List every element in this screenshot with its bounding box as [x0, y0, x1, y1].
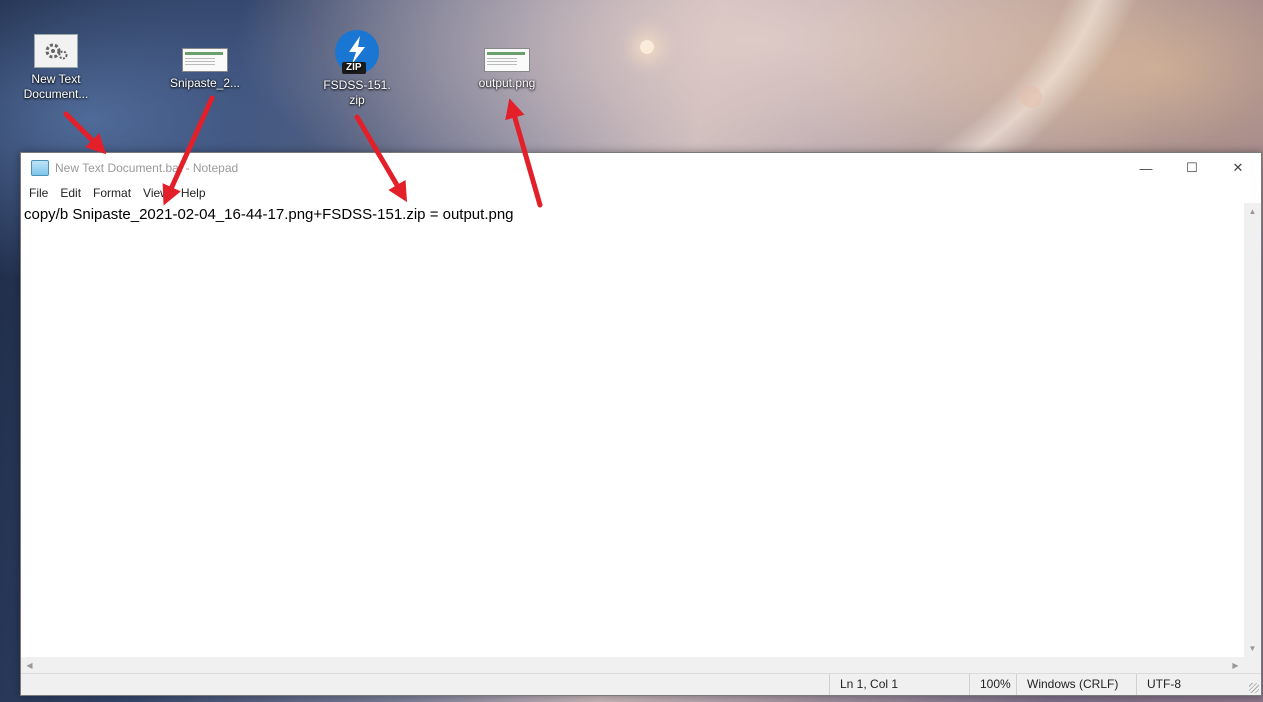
- desktop-icon-label: Snipaste_2...: [169, 76, 241, 90]
- zip-badge: ZIP: [342, 62, 366, 74]
- status-encoding: UTF-8: [1136, 674, 1181, 695]
- desktop-icon-label: FSDSS-151.zip: [323, 78, 391, 107]
- editor-content[interactable]: copy/b Snipaste_2021-02-04_16-44-17.png+…: [24, 206, 514, 223]
- image-file-icon: [484, 48, 530, 72]
- settings-file-icon: [34, 34, 78, 68]
- window-title: New Text Document.bat - Notepad: [55, 161, 239, 175]
- window-controls: — ☐ ✕: [1123, 153, 1261, 183]
- close-button[interactable]: ✕: [1215, 153, 1261, 183]
- status-position: Ln 1, Col 1: [829, 674, 898, 695]
- maximize-button[interactable]: ☐: [1169, 153, 1215, 183]
- wallpaper-star: [640, 40, 654, 54]
- menu-format[interactable]: Format: [87, 186, 137, 200]
- notepad-window: New Text Document.bat - Notepad — ☐ ✕ Fi…: [20, 152, 1262, 696]
- desktop-icon-bat[interactable]: New Text Document...: [16, 34, 96, 102]
- zip-file-icon: ZIP: [335, 30, 379, 74]
- desktop-icon-snipaste[interactable]: Snipaste_2...: [165, 34, 245, 91]
- menu-bar: File Edit Format View Help: [21, 183, 1261, 203]
- status-zoom: 100%: [969, 674, 1011, 695]
- scroll-down-icon[interactable]: ▼: [1244, 640, 1261, 657]
- menu-edit[interactable]: Edit: [54, 186, 87, 200]
- image-file-icon: [182, 48, 228, 72]
- scroll-left-icon[interactable]: ◀: [21, 657, 38, 674]
- status-line-ending: Windows (CRLF): [1016, 674, 1118, 695]
- horizontal-scrollbar[interactable]: ◀ ▶: [21, 657, 1244, 674]
- resize-grip-icon[interactable]: [1249, 683, 1259, 693]
- menu-file[interactable]: File: [23, 186, 54, 200]
- title-bar[interactable]: New Text Document.bat - Notepad — ☐ ✕: [21, 153, 1261, 183]
- desktop-icon-label: output.png: [478, 76, 536, 90]
- scrollbar-corner: [1244, 657, 1261, 674]
- menu-view[interactable]: View: [137, 186, 175, 200]
- desktop-icon-zip[interactable]: ZIP FSDSS-151.zip: [317, 30, 397, 108]
- arrow-to-title: [63, 111, 107, 155]
- notepad-icon: [31, 160, 49, 176]
- desktop-icon-output[interactable]: output.png: [467, 34, 547, 91]
- status-bar: Ln 1, Col 1 100% Windows (CRLF) UTF-8: [21, 673, 1261, 695]
- menu-help[interactable]: Help: [175, 186, 212, 200]
- desktop-icon-label: New Text Document...: [23, 72, 89, 101]
- scroll-right-icon[interactable]: ▶: [1227, 657, 1244, 674]
- text-editor[interactable]: copy/b Snipaste_2021-02-04_16-44-17.png+…: [21, 203, 1244, 657]
- scroll-up-icon[interactable]: ▲: [1244, 203, 1261, 220]
- wallpaper-moon: [1020, 86, 1042, 108]
- vertical-scrollbar[interactable]: ▲ ▼: [1244, 203, 1261, 657]
- minimize-button[interactable]: —: [1123, 153, 1169, 183]
